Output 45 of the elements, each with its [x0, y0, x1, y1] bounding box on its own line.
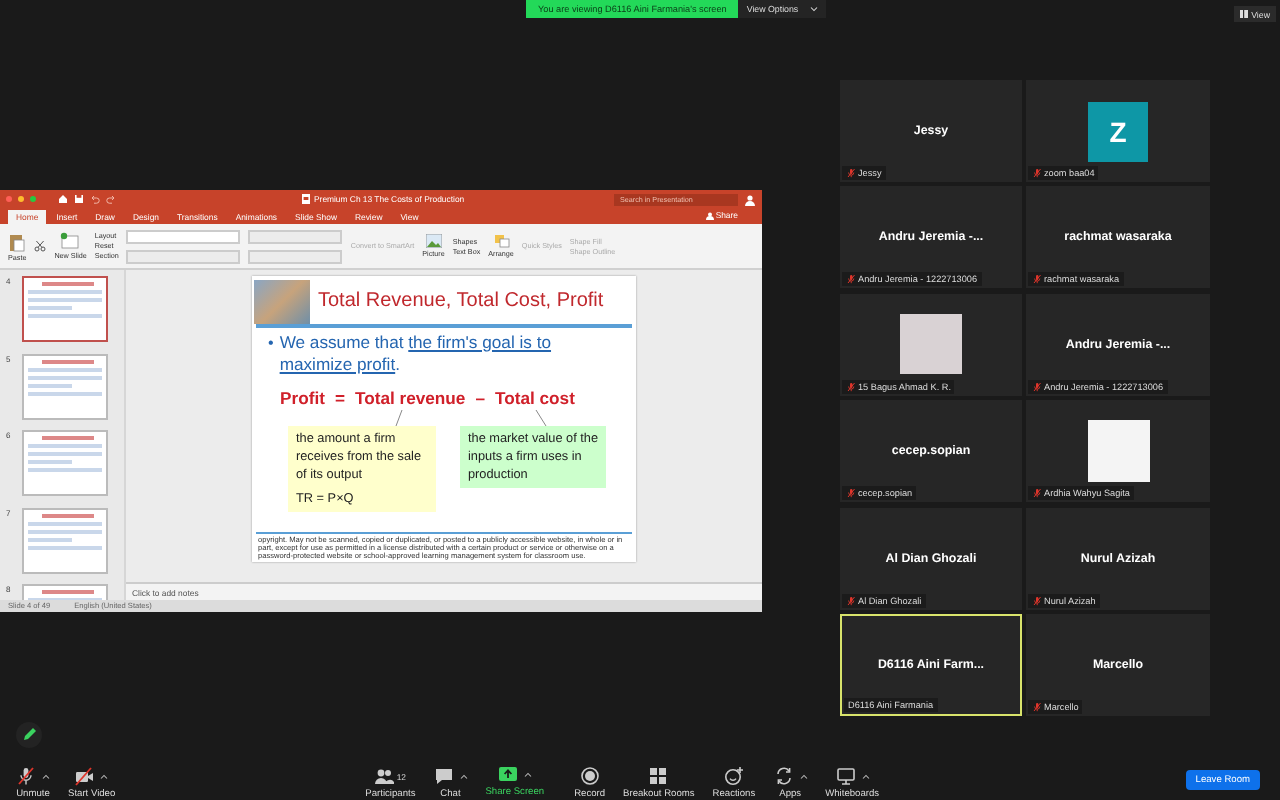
scissors-icon[interactable]: [34, 240, 47, 252]
chat-icon: [433, 766, 454, 786]
photo-placeholder: [254, 279, 310, 323]
slide-thumbnail[interactable]: [22, 353, 108, 419]
photo-placeholder: [900, 314, 962, 375]
equation-term: –: [475, 387, 485, 407]
slide-thumbnail[interactable]: [22, 430, 108, 496]
video-off-icon: [74, 766, 95, 786]
caret-icon[interactable]: [861, 773, 870, 779]
slide-thumbnail[interactable]: [22, 507, 108, 573]
bullet-text: We assume that the firm's goal is to maximize profit.: [279, 331, 554, 375]
equation-term: Total revenue: [354, 387, 466, 407]
person-icon: [705, 211, 714, 219]
caret-icon[interactable]: [100, 773, 109, 779]
leader-line: [535, 409, 547, 425]
photo-placeholder: [1087, 420, 1149, 483]
share-screen-icon: [497, 764, 518, 784]
caret-icon[interactable]: [42, 773, 50, 779]
caret-icon[interactable]: [523, 771, 532, 777]
home-icon[interactable]: [58, 194, 68, 204]
equation-term: =: [334, 387, 345, 407]
avatar-initial: Z: [1088, 101, 1148, 161]
record-icon: [579, 766, 600, 786]
equation-term: Profit: [280, 387, 325, 407]
smiley-icon: [723, 766, 744, 786]
caret-icon[interactable]: [459, 773, 468, 779]
whiteboard-icon: [835, 766, 856, 786]
redo-icon[interactable]: [106, 194, 116, 204]
caret-icon[interactable]: [810, 6, 819, 12]
slide-title: Total Revenue, Total Cost, Profit: [318, 290, 604, 312]
font-field[interactable]: [126, 229, 241, 243]
people-icon: [374, 766, 395, 786]
slide-thumbnail[interactable]: [22, 276, 108, 342]
apps-icon: [773, 766, 794, 786]
save-icon[interactable]: [74, 194, 84, 204]
leader-line: [395, 409, 403, 425]
undo-icon[interactable]: [90, 194, 100, 204]
person-icon[interactable]: [744, 193, 756, 205]
pencil-icon[interactable]: [16, 722, 42, 748]
muted-mic-icon: [16, 766, 36, 786]
equation-term: Total cost: [495, 387, 575, 407]
caret-icon[interactable]: [799, 773, 808, 779]
grid-icon: [648, 766, 669, 786]
bullet-icon: •: [268, 331, 274, 375]
layout-icon: [1239, 10, 1248, 18]
